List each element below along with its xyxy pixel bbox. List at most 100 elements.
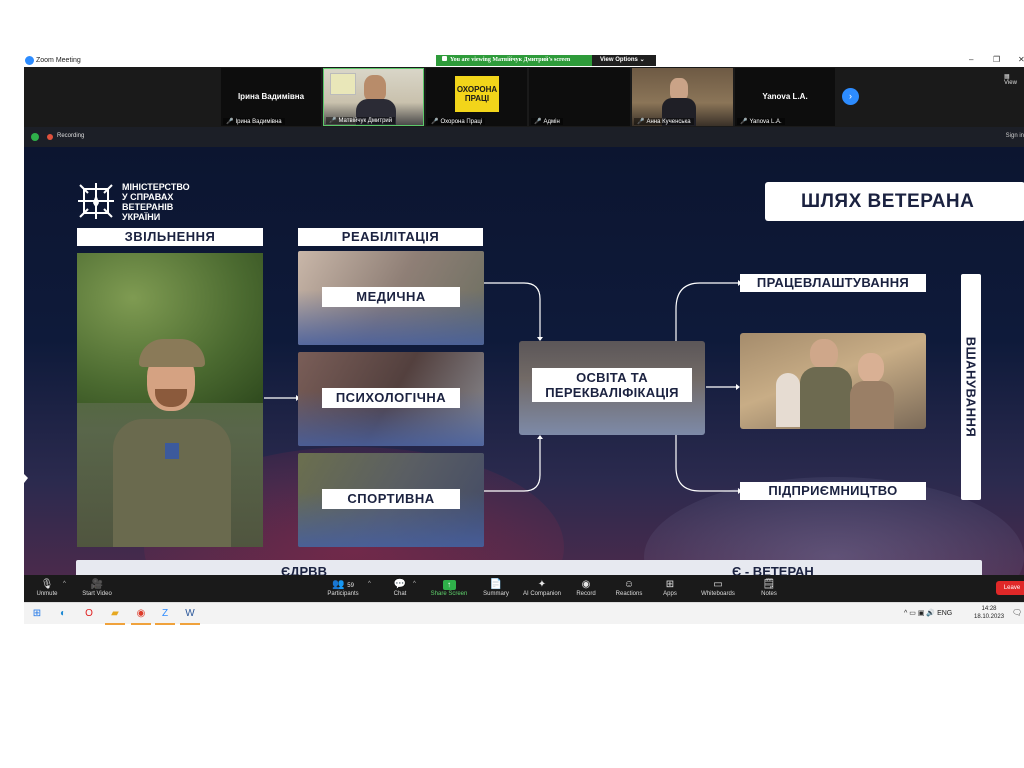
clock-date: 18.10.2023	[974, 614, 1005, 620]
participants-button[interactable]: 👥 59 Participants	[323, 578, 363, 597]
video-tile[interactable]: 🎤 Адмін	[529, 68, 630, 126]
mic-muted-icon: 🎤	[534, 119, 542, 125]
share-screen-icon: ↑	[429, 578, 469, 591]
video-tile[interactable]: ОХОРОНА ПРАЦІ 🎤 Охорона Праці	[426, 68, 527, 126]
chrome-icon[interactable]: ◉	[131, 607, 151, 625]
audio-options-caret[interactable]: ^	[63, 581, 66, 587]
clock[interactable]: 14:28 18.10.2023	[974, 605, 1004, 621]
registry-band: ЄДРВВ Є - ВЕТЕРАН	[76, 560, 982, 575]
view-options-label: View Options	[600, 57, 638, 63]
recording-label: Recording	[57, 133, 85, 139]
gallery-next-button[interactable]: ›	[842, 88, 859, 105]
chat-button[interactable]: 💬 Chat	[388, 578, 412, 597]
reactions-button[interactable]: ☺ Reactions	[611, 578, 647, 597]
ministry-line: УКРАЇНИ	[122, 212, 161, 222]
restore-button[interactable]: ❐	[993, 55, 1000, 64]
participant-label: 🎤 Анна Кученська	[634, 118, 694, 125]
zoom-icon[interactable]: Z	[155, 607, 175, 625]
battery-icon[interactable]: ▣	[918, 610, 925, 617]
notification-icon[interactable]: 🗨	[1012, 608, 1022, 618]
word-icon[interactable]: W	[180, 607, 200, 625]
unmute-button[interactable]: 🎙 Unmute	[34, 578, 60, 597]
clock-time: 14:28	[981, 606, 997, 612]
summary-button[interactable]: 📄 Summary	[480, 578, 512, 597]
shield-icon[interactable]	[31, 133, 39, 141]
sign-in-link[interactable]: Sign in	[1006, 133, 1024, 139]
volume-icon[interactable]: 🔊	[926, 610, 935, 617]
family-photo	[740, 333, 926, 429]
chevron-up-icon[interactable]: ^	[904, 610, 907, 617]
system-tray[interactable]: ^ ▭ ▣ 🔊 ENG	[904, 609, 952, 617]
meeting-toolbar: 🎙 Unmute ^ 🎥 Start Video 👥 59 Participants …	[24, 575, 1024, 602]
chat-icon: 💬	[393, 579, 407, 590]
video-tile[interactable]: Yanova L.A. 🎤 Yanova L.A.	[735, 68, 835, 126]
video-tile[interactable]: 🎤 Анна Кученська	[632, 68, 733, 126]
view-options-button[interactable]: View Options ⌄	[592, 55, 656, 66]
participant-image	[670, 78, 688, 100]
window-title-bar: Zoom Meeting You are viewing Матвійчук Д…	[24, 55, 1024, 67]
speaker-image	[364, 75, 386, 101]
participants-icon: 👥 59	[332, 579, 354, 590]
whiteboard-icon: ▭	[713, 579, 723, 590]
card-medical: МЕДИЧНА	[298, 251, 484, 345]
video-tile[interactable]: Ірина Вадимівна 🎤 Ірина Вадимівна	[221, 68, 321, 126]
start-video-button[interactable]: 🎥 Start Video	[80, 578, 114, 597]
zoom-logo-icon	[25, 56, 34, 65]
leave-button[interactable]: Leave	[996, 581, 1024, 595]
participants-caret[interactable]: ^	[368, 581, 371, 587]
chevron-right-icon: ›	[849, 91, 852, 101]
participant-label: 🎤 Адмін	[531, 118, 563, 125]
ministry-line: МІНІСТЕРСТВО	[122, 182, 190, 192]
viewing-banner-text: You are viewing Матвійчук Дмитрий's scre…	[450, 57, 571, 63]
window-title: Zoom Meeting	[36, 57, 81, 64]
employment-label: ПРАЦЕВЛАШТУВАННЯ	[740, 274, 926, 292]
minimize-button[interactable]: –	[969, 55, 973, 64]
registry-label: ЄДРВВ	[281, 564, 327, 575]
notes-icon: 🗒	[762, 579, 776, 590]
windows-taskbar: ⊞ ◐ O ▰ ◉ Z W ^ ▭ ▣ 🔊 ENG 14:28 18.10.20…	[24, 602, 1024, 625]
card-psychological-label: ПСИХОЛОГІЧНА	[322, 388, 460, 408]
mic-muted-icon: 🎤	[431, 119, 439, 125]
meeting-status-bar: Recording Sign in	[24, 127, 1024, 147]
close-button[interactable]: ✕	[1018, 55, 1024, 64]
screen-share-icon	[442, 56, 447, 61]
chat-caret[interactable]: ^	[413, 581, 416, 587]
mic-muted-icon: 🎙	[40, 579, 54, 590]
viewing-banner: You are viewing Матвійчук Дмитрий's scre…	[436, 55, 592, 66]
participant-label: 🎤 Матвійчук Дмитрий	[326, 117, 396, 124]
mouse-cursor	[24, 474, 28, 483]
mic-muted-icon: 🎤	[226, 119, 234, 125]
recording-icon	[47, 134, 53, 140]
opera-icon[interactable]: O	[82, 607, 96, 621]
share-screen-button[interactable]: ↑ Share Screen	[429, 578, 469, 597]
apps-button[interactable]: ⊞ Apps	[658, 578, 682, 597]
labor-protection-logo: ОХОРОНА ПРАЦІ	[455, 76, 499, 112]
column-header-release: ЗВІЛЬНЕННЯ	[77, 228, 263, 246]
record-button[interactable]: ◉ Record	[572, 578, 600, 597]
file-explorer-icon[interactable]: ▰	[105, 607, 125, 625]
view-button[interactable]: ▦ View	[1004, 73, 1024, 86]
mic-muted-icon: 🎤	[637, 119, 645, 125]
participant-label: 🎤 Ірина Вадимівна	[223, 118, 285, 125]
edge-icon[interactable]: ◐	[56, 607, 70, 621]
summary-icon: 📄	[489, 579, 503, 590]
slide-title: ШЛЯХ ВЕТЕРАНА	[765, 182, 1024, 221]
arrow-medical-to-education	[483, 282, 541, 337]
entrepreneurship-label: ПІДПРИЄМНИЦТВО	[740, 482, 926, 500]
network-icon[interactable]: ▭	[909, 610, 916, 617]
soldier-photo	[77, 253, 263, 547]
windows-start-icon[interactable]: ⊞	[30, 607, 44, 621]
card-sport-label: СПОРТИВНА	[322, 489, 460, 509]
whiteboards-button[interactable]: ▭ Whiteboards	[696, 578, 740, 597]
card-education-label: ОСВІТА ТА ПЕРЕКВАЛІФІКАЦІЯ	[532, 368, 692, 402]
notes-button[interactable]: 🗒 Notes	[757, 578, 781, 597]
video-tile-active-speaker[interactable]: 🎤 Матвійчук Дмитрий	[323, 68, 424, 126]
ai-companion-button[interactable]: ✦ AI Companion	[518, 578, 566, 597]
column-header-rehab: РЕАБІЛІТАЦІЯ	[298, 228, 483, 246]
arrow-sport-to-education	[483, 439, 541, 492]
language-indicator[interactable]: ENG	[937, 610, 952, 617]
ministry-line: У СПРАВАХ	[122, 192, 174, 202]
ministry-line: ВЕТЕРАНІВ	[122, 202, 174, 212]
shared-screen: МІНІСТЕРСТВО У СПРАВАХ ВЕТЕРАНІВ УКРАЇНИ…	[24, 147, 1024, 575]
card-medical-label: МЕДИЧНА	[322, 287, 460, 307]
